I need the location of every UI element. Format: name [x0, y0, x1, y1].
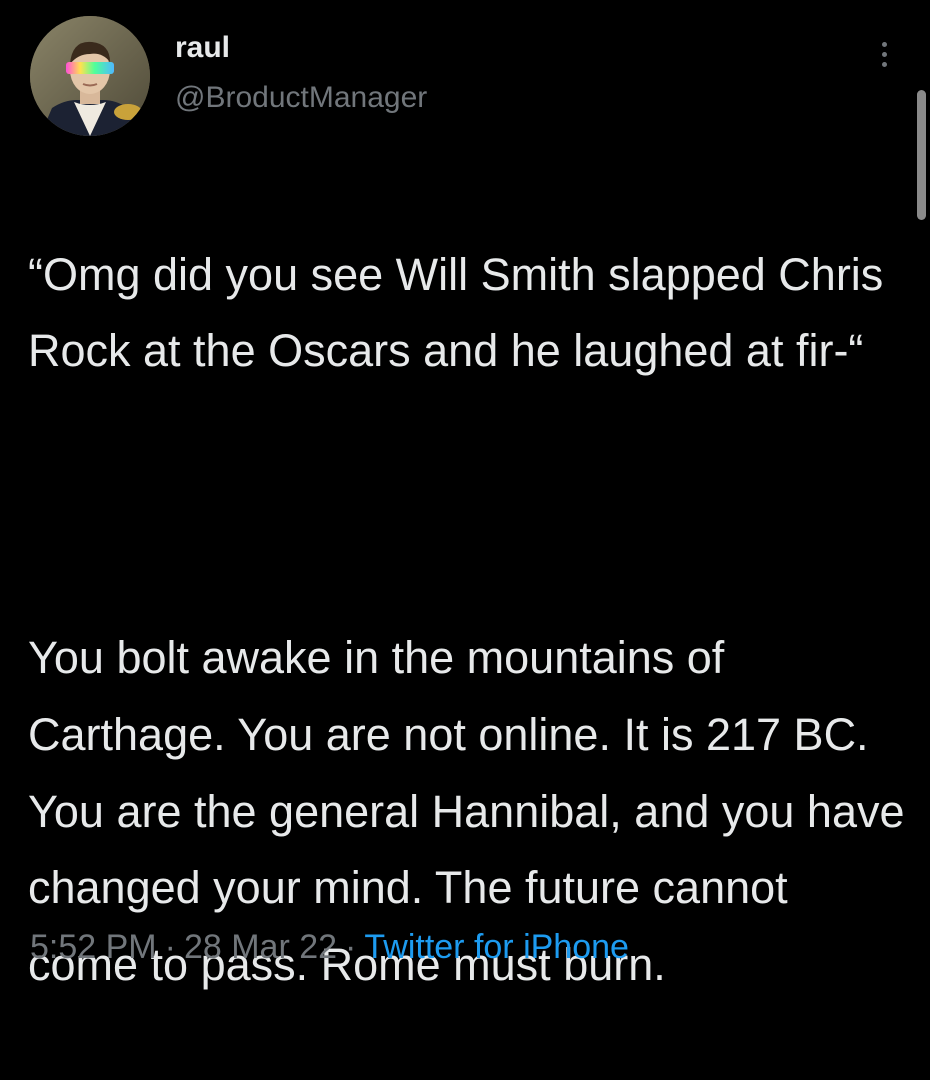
tweet: raul @BroductManager “Omg did you see Wi…: [0, 0, 930, 1000]
more-options-icon-dot: [881, 61, 887, 67]
user-info: raul @BroductManager: [175, 28, 427, 118]
more-options-button[interactable]: [868, 36, 900, 72]
tweet-metadata: 5:52 PM · 28 Mar 22 · Twitter for iPhone: [30, 922, 629, 972]
scrollbar[interactable]: [917, 90, 926, 220]
avatar-portrait-icon: [30, 16, 150, 136]
more-options-icon-dot: [881, 51, 887, 57]
avatar[interactable]: [30, 16, 150, 136]
tweet-time[interactable]: 5:52 PM: [30, 928, 157, 966]
separator: ·: [164, 928, 176, 966]
user-handle[interactable]: @BroductManager: [175, 78, 427, 118]
more-options-icon: [881, 41, 887, 47]
separator: ·: [345, 928, 357, 966]
tweet-source-link[interactable]: Twitter for iPhone: [364, 928, 629, 966]
tweet-date[interactable]: 28 Mar 22: [184, 928, 337, 966]
tweet-paragraph-1: “Omg did you see Will Smith slapped Chri…: [28, 248, 884, 377]
display-name[interactable]: raul: [175, 28, 427, 68]
